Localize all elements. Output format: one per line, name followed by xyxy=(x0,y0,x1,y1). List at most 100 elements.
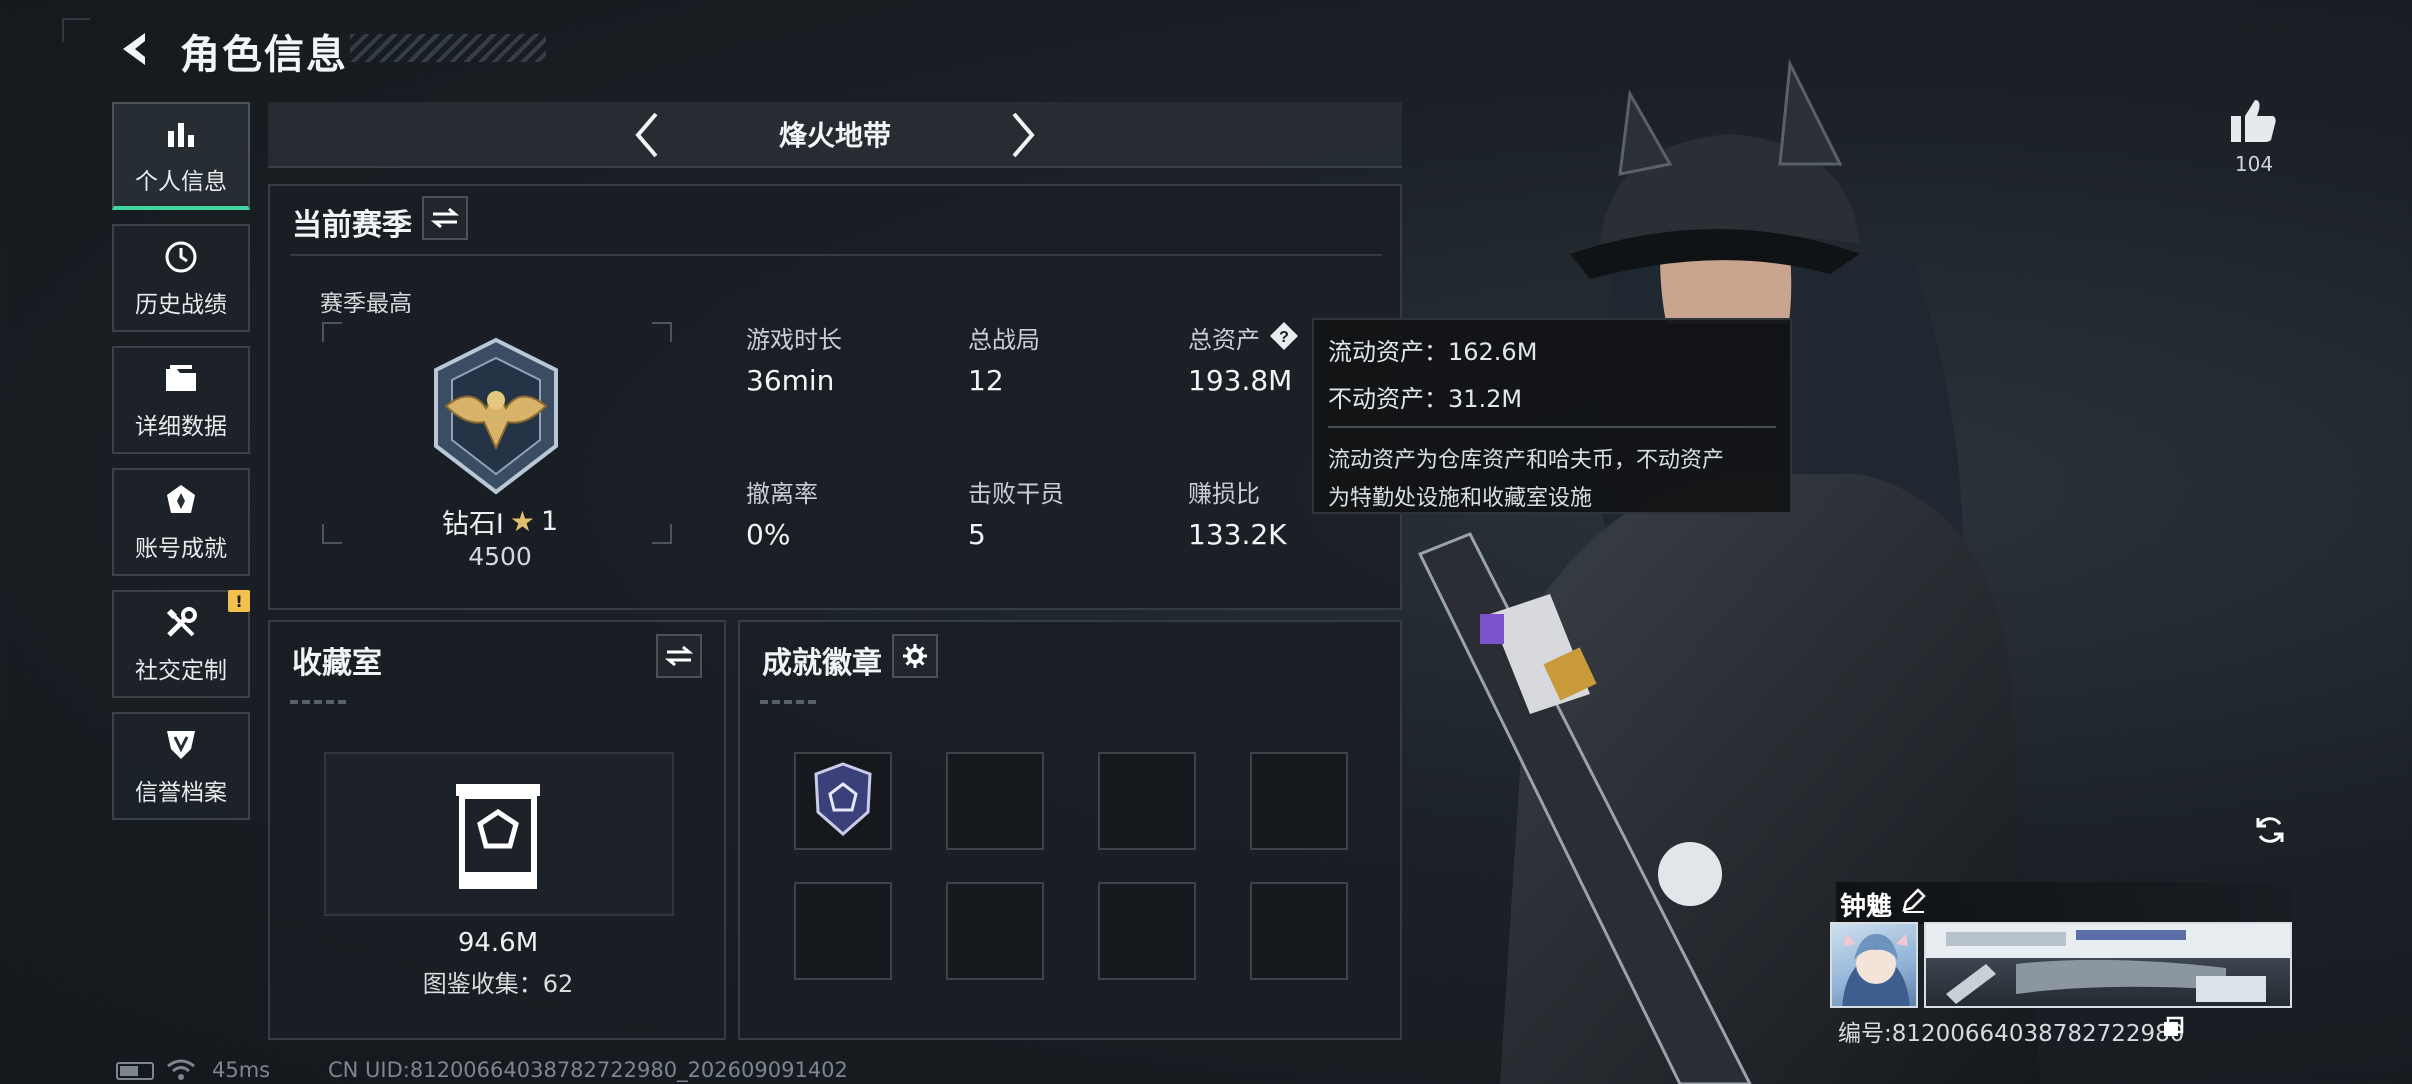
rotate-model-button[interactable] xyxy=(2250,810,2290,850)
credit-shield-icon xyxy=(161,725,201,765)
pencil-icon xyxy=(1902,888,1926,913)
edit-name-button[interactable] xyxy=(1900,886,1930,916)
collection-room-icon xyxy=(452,780,544,892)
collection-switch-button[interactable] xyxy=(656,634,702,678)
rotate-icon xyxy=(2256,817,2284,843)
current-season-title: 当前赛季 xyxy=(292,208,412,243)
stat-label-total-assets: 总资产 xyxy=(1188,326,1260,354)
catalog-count: 图鉴收集：62 xyxy=(422,970,574,998)
rank-score: 4500 xyxy=(468,542,532,571)
svg-text:?: ? xyxy=(1279,329,1289,346)
badge-slot[interactable] xyxy=(794,882,892,980)
thumbs-up-icon xyxy=(2231,100,2276,142)
rank-stars: 1 xyxy=(540,506,559,537)
player-name: 钟魋 xyxy=(1840,892,1893,922)
tools-icon xyxy=(161,603,201,643)
mode-label: 烽火地带 xyxy=(778,119,891,152)
like-button[interactable]: 104 xyxy=(2214,96,2294,176)
swap-icon xyxy=(665,645,693,667)
stat-value-matches: 12 xyxy=(968,364,1004,397)
badge-slot[interactable] xyxy=(946,882,1044,980)
swap-icon xyxy=(431,207,459,229)
tooltip-liquid-assets: 流动资产：162.6M xyxy=(1328,338,1538,366)
stat-label-operators-defeated: 击败干员 xyxy=(968,480,1064,508)
wifi-icon xyxy=(166,1058,196,1084)
badge-settings-button[interactable] xyxy=(892,634,938,678)
copy-id-button[interactable] xyxy=(2162,1016,2184,1038)
section-dash xyxy=(290,700,350,704)
help-icon[interactable]: ? xyxy=(1268,320,1300,352)
back-button[interactable] xyxy=(112,26,158,72)
sidebar-item-history[interactable]: 历史战绩 xyxy=(112,224,250,332)
battery-icon xyxy=(116,1062,154,1080)
badge-slot[interactable] xyxy=(946,752,1044,850)
stat-value-extraction-rate: 0% xyxy=(746,518,791,551)
mode-prev-button[interactable] xyxy=(620,108,674,162)
uid-text: CN UID:81200664038782722980_202609091402 xyxy=(328,1058,848,1082)
sidebar-item-label: 信誉档案 xyxy=(135,780,227,806)
sidebar-item-label: 个人信息 xyxy=(135,169,227,195)
sidebar-item-account-achievements[interactable]: 账号成就 xyxy=(112,468,250,576)
avatar[interactable] xyxy=(1830,922,1918,1008)
sidebar-item-label: 历史战绩 xyxy=(135,292,227,318)
player-id: 编号:81200664038782722980 xyxy=(1838,1021,2185,1047)
section-dash xyxy=(760,700,820,704)
mode-next-button[interactable] xyxy=(996,108,1050,162)
badge-slot[interactable] xyxy=(1098,752,1196,850)
stat-value-total-assets: 193.8M xyxy=(1188,364,1293,397)
frame-corner xyxy=(322,322,342,342)
sidebar-item-detailed-data[interactable]: 详细数据 xyxy=(112,346,250,454)
corner-decoration xyxy=(62,18,90,42)
badge-slot[interactable] xyxy=(794,752,892,850)
gear-icon xyxy=(903,644,927,668)
assets-tooltip: 流动资产：162.6M 不动资产：31.2M 流动资产为仓库资产和哈夫币，不动资… xyxy=(1312,318,1792,514)
ping-text: 45ms xyxy=(212,1058,271,1082)
tooltip-desc-line1: 流动资产为仓库资产和哈夫币，不动资产 xyxy=(1328,448,1725,473)
bar-chart-icon xyxy=(161,114,201,154)
page-title: 角色信息 xyxy=(180,32,348,78)
stat-label-extraction-rate: 撤离率 xyxy=(746,480,818,508)
like-count: 104 xyxy=(2234,152,2274,176)
tooltip-fixed-assets: 不动资产：31.2M xyxy=(1328,385,1523,413)
achievement-badges-title: 成就徽章 xyxy=(762,646,882,681)
chevron-right-icon xyxy=(1012,112,1035,158)
sidebar-item-label: 社交定制 xyxy=(135,658,227,684)
section-divider xyxy=(290,254,1382,256)
badge-shield-icon xyxy=(814,762,872,836)
badge-slot[interactable] xyxy=(1250,882,1348,980)
chevron-left-icon xyxy=(635,112,658,158)
star-icon: ★ xyxy=(509,505,535,538)
tooltip-desc-line2: 为特勤处设施和收藏室设施 xyxy=(1328,486,1593,511)
badge-slot[interactable] xyxy=(1098,882,1196,980)
stat-value-operators-defeated: 5 xyxy=(968,518,986,551)
season-best-label: 赛季最高 xyxy=(320,291,412,317)
sidebar-item-label: 详细数据 xyxy=(135,414,227,440)
season-switch-button[interactable] xyxy=(422,196,468,240)
history-clock-icon xyxy=(161,237,201,277)
frame-corner xyxy=(652,322,672,342)
rank-emblem xyxy=(416,336,576,496)
collection-room-title: 收藏室 xyxy=(292,646,382,681)
rank-info: 钻石Ⅰ ★ 1 xyxy=(430,502,570,541)
copy-icon xyxy=(2164,1016,2184,1036)
sidebar-item-label: 账号成就 xyxy=(135,536,227,562)
name-card-banner[interactable] xyxy=(1924,922,2292,1008)
back-arrow-icon xyxy=(123,33,145,65)
tooltip-divider xyxy=(1328,426,1776,428)
frame-corner xyxy=(652,524,672,544)
collection-value: 94.6M xyxy=(457,928,539,958)
title-decoration xyxy=(350,34,546,62)
achievement-icon xyxy=(161,481,201,521)
stat-label-matches: 总战局 xyxy=(968,326,1040,354)
stat-value-profit-ratio: 133.2K xyxy=(1188,518,1287,551)
frame-corner xyxy=(322,524,342,544)
notification-badge: ! xyxy=(228,590,250,612)
stat-value-playtime: 36min xyxy=(746,364,835,397)
stat-label-playtime: 游戏时长 xyxy=(746,326,842,354)
sidebar-item-personal-info[interactable]: 个人信息 xyxy=(112,102,250,210)
sidebar-item-credit-profile[interactable]: 信誉档案 xyxy=(112,712,250,820)
badge-slot[interactable] xyxy=(1250,752,1348,850)
rank-name: 钻石Ⅰ xyxy=(441,509,504,540)
stat-label-profit-ratio: 赚损比 xyxy=(1188,480,1260,508)
folder-icon xyxy=(161,359,201,399)
